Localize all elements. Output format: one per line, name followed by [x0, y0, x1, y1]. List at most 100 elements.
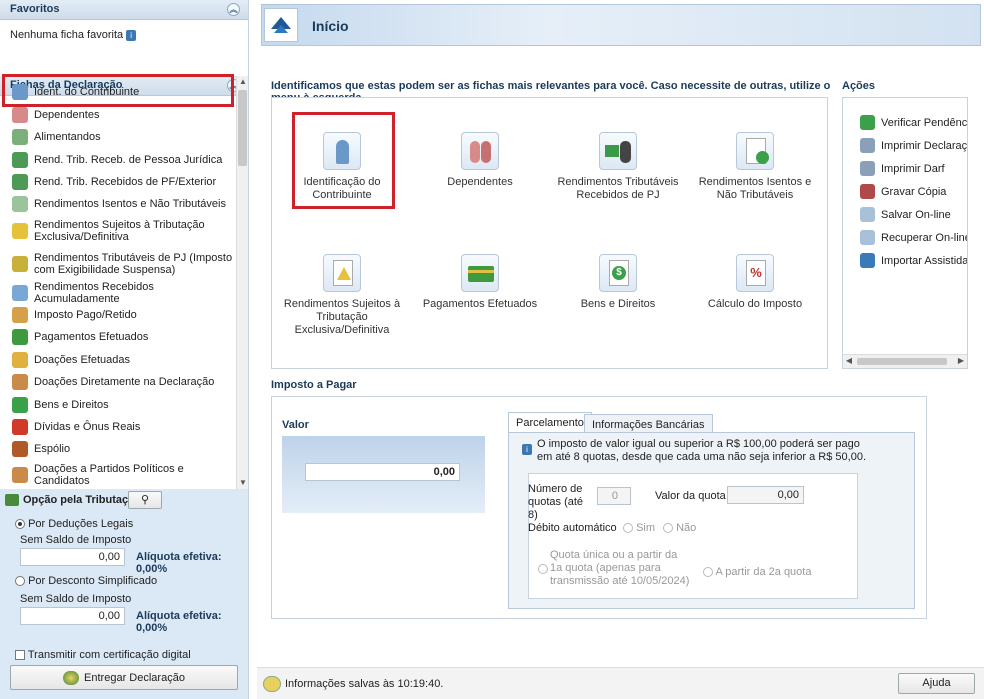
- parcelamento-info: O imposto de valor igual ou superior a R…: [537, 438, 866, 463]
- ficha-pagamentos[interactable]: Pagamentos Efetuados: [0, 329, 236, 345]
- scroll-down-icon[interactable]: ▼: [237, 477, 249, 489]
- quota-unica-radio[interactable]: [538, 563, 548, 575]
- acao-imprimir-declaracao[interactable]: Imprimir Declaração: [860, 138, 968, 153]
- ficha-doacoes-diretamente[interactable]: Doações Diretamente na Declaração: [0, 374, 236, 390]
- people-icon: [461, 132, 499, 170]
- imposto-title: Imposto a Pagar: [271, 379, 357, 391]
- card-rend-pj[interactable]: Rendimentos Tributáveis Recebidos de PJ: [553, 132, 683, 202]
- ficha-rend-isentos[interactable]: Rendimentos Isentos e Não Tributáveis: [0, 196, 236, 212]
- highlight-box: [292, 112, 395, 209]
- search-button[interactable]: ⚲: [128, 491, 162, 509]
- acao-label: Recuperar On-line: [881, 231, 968, 244]
- ficha-label: Rendimentos Sujeitos à Tributação Exclus…: [34, 219, 205, 243]
- deducoes-radio[interactable]: Por Deduções Legais: [15, 518, 133, 530]
- card-dependentes[interactable]: Dependentes: [415, 132, 545, 189]
- desconto-radio[interactable]: Por Desconto Simplificado: [15, 575, 157, 587]
- search-icon: ⚲: [140, 494, 150, 506]
- ficha-rend-exig-suspensa[interactable]: Rendimentos Tributáveis de PJ (Imposto c…: [0, 251, 236, 277]
- acoes-title: Ações: [842, 80, 876, 92]
- valor-quota-label: Valor da quota: [655, 490, 726, 502]
- tab-parcelamento[interactable]: Parcelamento: [508, 412, 592, 433]
- collapse-favoritos-icon[interactable]: ︽: [227, 3, 240, 16]
- acao-salvar-online[interactable]: Salvar On-line: [860, 207, 951, 222]
- ficha-dependentes[interactable]: Dependentes: [0, 107, 236, 123]
- checkbox[interactable]: [15, 650, 25, 661]
- deducoes-label: Por Deduções Legais: [28, 518, 134, 530]
- scroll-up-icon[interactable]: ▲: [237, 76, 249, 88]
- arrow-person-icon: [12, 152, 28, 168]
- card-rend-exclusiva[interactable]: Rendimentos Sujeitos à Tributação Exclus…: [277, 254, 407, 337]
- card-bens-direitos[interactable]: $ Bens e Direitos: [553, 254, 683, 311]
- entregar-declaracao-button[interactable]: Entregar Declaração: [10, 665, 238, 690]
- import-icon: [860, 253, 875, 268]
- radio[interactable]: [663, 523, 673, 534]
- people-gift-icon: [12, 374, 28, 390]
- ficha-label: Doações a Partidos Políticos e Candidato…: [34, 463, 184, 487]
- relevant-fichas-panel: Identificação do Contribuinte Dependente…: [271, 97, 828, 369]
- valor-desconto-field: 0,00: [20, 607, 125, 625]
- debito-label: Débito automático: [528, 522, 617, 534]
- card-calculo-imposto[interactable]: % Cálculo do Imposto: [690, 254, 820, 311]
- highlight-box: [2, 74, 234, 107]
- scroll-thumb[interactable]: [857, 358, 947, 365]
- radio[interactable]: [703, 567, 713, 578]
- acao-label: Imprimir Declaração: [881, 139, 968, 152]
- card-pagamentos[interactable]: Pagamentos Efetuados: [415, 254, 545, 311]
- certificacao-checkbox[interactable]: Transmitir com certificação digital: [15, 649, 191, 661]
- info-icon: i: [522, 444, 532, 455]
- ficha-dividas[interactable]: Dívidas e Ônus Reais: [0, 419, 236, 435]
- favoritos-empty: Nenhuma ficha favorita i: [10, 29, 137, 41]
- ficha-bens-direitos[interactable]: Bens e Direitos: [0, 397, 236, 413]
- acao-verificar[interactable]: Verificar Pendências: [860, 115, 967, 130]
- cloud-upload-icon: [860, 207, 875, 222]
- ficha-doacoes-partidos[interactable]: Doações a Partidos Políticos e Candidato…: [0, 462, 236, 488]
- favoritos-header[interactable]: Favoritos ︽: [0, 0, 248, 20]
- aliquota-desconto: Alíquota efetiva: 0,00%: [136, 610, 222, 634]
- scroll-right-icon[interactable]: ▶: [955, 355, 967, 367]
- ajuda-button[interactable]: Ajuda: [898, 673, 975, 694]
- acoes-hscrollbar[interactable]: ◀ ▶: [843, 354, 967, 368]
- card-rend-isentos[interactable]: Rendimentos Isentos e Não Tributáveis: [690, 132, 820, 202]
- ficha-label: Alimentandos: [34, 131, 101, 143]
- card-icon: [12, 329, 28, 345]
- ficha-espolio[interactable]: Espólio: [0, 441, 236, 457]
- ficha-rend-exclusiva[interactable]: Rendimentos Sujeitos à Tributação Exclus…: [0, 218, 236, 244]
- ficha-doacoes[interactable]: Doações Efetuadas: [0, 352, 236, 368]
- cloud-download-icon: [860, 230, 875, 245]
- gift-icon: [12, 352, 28, 368]
- ficha-imposto-pago[interactable]: Imposto Pago/Retido: [0, 307, 236, 323]
- globe-icon: [63, 671, 80, 685]
- page-header: Início: [261, 4, 981, 46]
- card-label: Cálculo do Imposto: [707, 298, 803, 310]
- ficha-rend-pf[interactable]: Rend. Trib. Recebidos de PF/Exterior: [0, 174, 236, 190]
- card-label: Bens e Direitos: [580, 298, 656, 310]
- ficha-alimentandos[interactable]: Alimentandos: [0, 129, 236, 145]
- acao-gravar-copia[interactable]: Gravar Cópia: [860, 184, 946, 199]
- num-quotas-spinner[interactable]: 0: [597, 487, 631, 505]
- ficha-rend-acumulado[interactable]: Rendimentos Recebidos Acumuladamente: [0, 281, 236, 305]
- debito-sim-radio[interactable]: Sim: [623, 522, 655, 534]
- debito-nao-radio[interactable]: Não: [663, 522, 696, 534]
- tax-icon: [5, 494, 19, 506]
- acao-importar-assistida[interactable]: Importar Assistida: [860, 253, 967, 268]
- radio-selected[interactable]: [15, 519, 25, 530]
- scroll-thumb[interactable]: [238, 90, 247, 166]
- opcao-title: Opção pela Tributação:: [23, 494, 145, 506]
- ficha-rend-pj[interactable]: Rend. Trib. Receb. de Pessoa Jurídica: [0, 152, 236, 168]
- tab-informacoes-bancarias[interactable]: Informações Bancárias: [584, 414, 713, 434]
- hand-money-icon: [12, 307, 28, 323]
- ballot-icon: [12, 467, 28, 483]
- scroll-left-icon[interactable]: ◀: [843, 355, 855, 367]
- saldo-label-2: Sem Saldo de Imposto: [20, 593, 132, 605]
- money-icon: $: [599, 254, 637, 292]
- fichas-scrollbar[interactable]: ▲ ▼: [236, 76, 248, 489]
- arrow-person-icon: [12, 174, 28, 190]
- acao-imprimir-darf[interactable]: Imprimir Darf: [860, 161, 945, 176]
- radio[interactable]: [538, 564, 548, 575]
- acao-recuperar-online[interactable]: Recuperar On-line: [860, 230, 968, 245]
- radio[interactable]: [623, 523, 633, 534]
- ficha-label: Pagamentos Efetuados: [34, 331, 149, 343]
- a-partir-radio[interactable]: A partir da 2a quota: [703, 566, 811, 578]
- radio-unselected[interactable]: [15, 576, 25, 587]
- ficha-label: Doações Diretamente na Declaração: [34, 376, 215, 388]
